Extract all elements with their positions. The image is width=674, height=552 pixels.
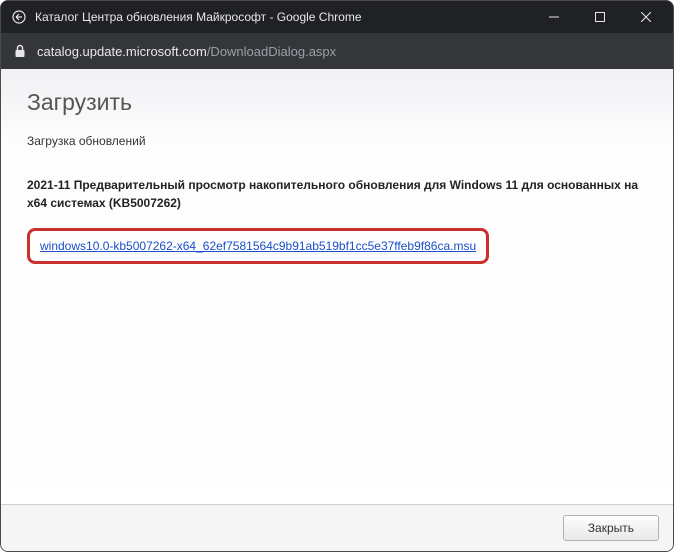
maximize-button[interactable]: [577, 1, 623, 33]
footer: Закрыть: [1, 504, 673, 551]
url-domain: catalog.update.microsoft.com: [37, 44, 207, 59]
browser-window: Каталог Центра обновления Майкрософт - G…: [0, 0, 674, 552]
addressbar[interactable]: catalog.update.microsoft.com/DownloadDia…: [1, 33, 673, 69]
download-link-highlight: windows10.0-kb5007262-x64_62ef7581564c9b…: [27, 228, 489, 264]
update-title: 2021-11 Предварительный просмотр накопит…: [27, 176, 647, 212]
content-inner: Загрузить Загрузка обновлений 2021-11 Пр…: [1, 69, 673, 504]
lock-icon: [13, 44, 27, 58]
minimize-button[interactable]: [531, 1, 577, 33]
page-favicon: [11, 9, 27, 25]
url-path: /DownloadDialog.aspx: [207, 44, 336, 59]
close-window-button[interactable]: [623, 1, 669, 33]
close-dialog-button[interactable]: Закрыть: [563, 515, 659, 541]
window-controls: [531, 1, 669, 33]
window-title: Каталог Центра обновления Майкрософт - G…: [35, 10, 531, 24]
page-content: Загрузить Загрузка обновлений 2021-11 Пр…: [1, 69, 673, 551]
url-text: catalog.update.microsoft.com/DownloadDia…: [37, 44, 336, 59]
download-link[interactable]: windows10.0-kb5007262-x64_62ef7581564c9b…: [40, 239, 476, 253]
titlebar: Каталог Центра обновления Майкрософт - G…: [1, 1, 673, 33]
page-subtitle: Загрузка обновлений: [27, 134, 647, 148]
page-title: Загрузить: [27, 89, 647, 116]
